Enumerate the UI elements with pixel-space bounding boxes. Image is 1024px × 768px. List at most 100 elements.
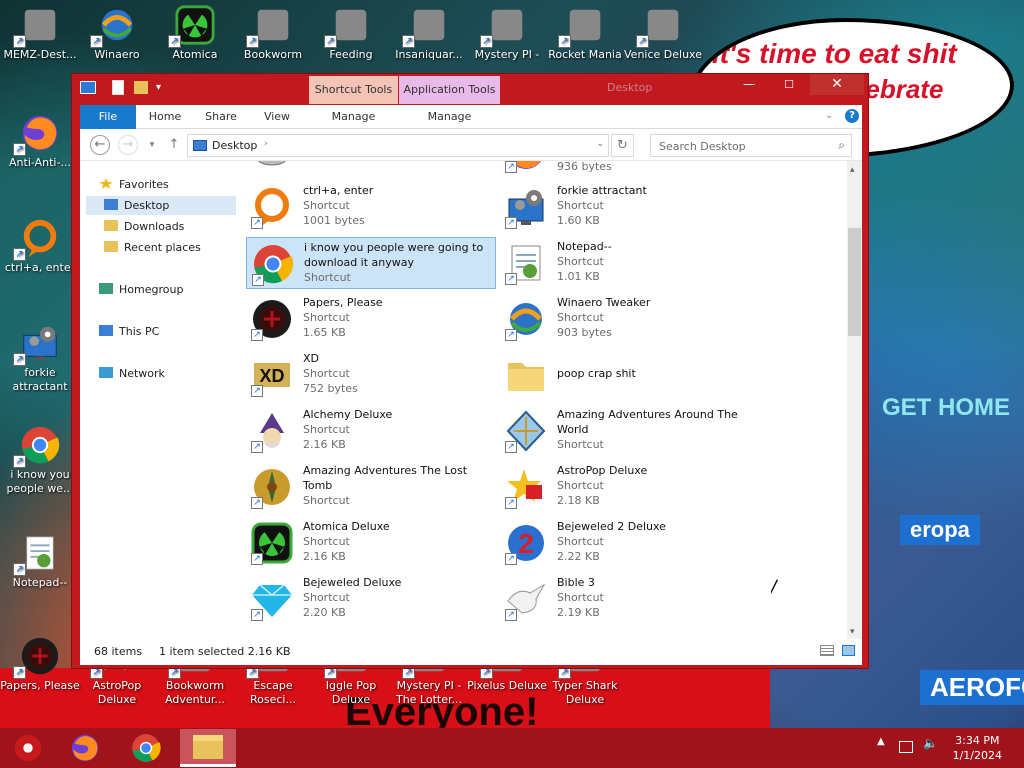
vertical-scrollbar[interactable]: ▴ ▾ xyxy=(847,161,862,639)
properties-quick-icon[interactable] xyxy=(112,80,124,95)
desktop-shortcut[interactable]: ↗ MEMZ-Dest... xyxy=(0,4,80,62)
search-input[interactable]: Search Desktop ⌕ xyxy=(650,134,852,157)
forward-button[interactable]: → xyxy=(118,135,138,155)
file-item[interactable]: poop crap shit xyxy=(500,349,750,401)
shortcut-arrow-icon: ↗ xyxy=(251,329,263,341)
scroll-down-icon[interactable]: ▾ xyxy=(850,627,855,637)
nav-item-label: Desktop xyxy=(124,199,170,212)
close-button[interactable]: ✕ xyxy=(810,74,864,95)
breadcrumb-chevron-icon[interactable]: › xyxy=(264,139,268,149)
nav-item-desktop[interactable]: Desktop xyxy=(86,196,236,215)
search-placeholder: Search Desktop xyxy=(659,140,746,153)
file-item[interactable]: ↗ i know you people were going to downloa… xyxy=(246,237,496,289)
desktop-shortcut[interactable]: ↗ Notepad-- xyxy=(0,532,80,590)
file-item[interactable]: ↗ Amazing Adventures The Lost Tomb Shortcu… xyxy=(246,461,496,513)
file-item[interactable]: ↗ 936 bytes xyxy=(500,161,750,177)
desktop-shortcut[interactable]: ↗ ctrl+a, enter xyxy=(0,217,80,275)
nav-item-recent-places[interactable]: Recent places xyxy=(104,238,201,257)
search-icon[interactable]: ⌕ xyxy=(838,138,845,153)
mystery-pi-icon: ↗ xyxy=(480,4,528,48)
context-tab-application-tools[interactable]: Application Tools xyxy=(399,76,500,104)
file-name: forkie attractant xyxy=(557,184,647,197)
customize-quick-access-icon[interactable]: ▾ xyxy=(156,82,161,93)
help-icon[interactable]: ? xyxy=(845,109,859,123)
maximize-button[interactable]: ☐ xyxy=(772,74,806,95)
desktop-shortcut[interactable]: ↗ Venice Deluxe xyxy=(623,4,703,62)
desktop-shortcut[interactable]: ↗ Papers, Please xyxy=(0,635,80,693)
file-item[interactable]: 2 ↗ Bejeweled 2 Deluxe Shortcut 2.22 KB xyxy=(500,517,750,569)
desktop-shortcut[interactable]: ↗ Rocket Mania xyxy=(545,4,625,62)
new-folder-quick-icon[interactable] xyxy=(134,81,148,94)
firefox-icon: ↗ xyxy=(504,161,548,173)
nav-item-downloads[interactable]: Downloads xyxy=(104,217,184,236)
file-text: Bejeweled Deluxe Shortcut 2.20 KB xyxy=(303,575,493,620)
back-button[interactable]: ← xyxy=(90,135,110,155)
title-bar[interactable]: ▾ Shortcut Tools Application Tools Deskt… xyxy=(72,74,868,104)
file-item[interactable]: ↗ Winaero Tweaker Shortcut 903 bytes xyxy=(500,293,750,345)
desktop-shortcut[interactable]: ↗ Bookworm xyxy=(233,4,313,62)
address-box[interactable]: Desktop › ⌄ xyxy=(187,134,609,157)
large-icons-view-icon[interactable] xyxy=(842,645,855,656)
taskbar-firefox-button[interactable] xyxy=(57,729,113,767)
taskbar-file-explorer-button[interactable] xyxy=(180,729,236,767)
tab-share[interactable]: Share xyxy=(194,105,248,129)
desktop-shortcut[interactable]: ↗ Anti-Anti-... xyxy=(0,112,80,170)
taskbar-chrome-button[interactable] xyxy=(118,729,174,767)
file-item[interactable]: ↗ Atomica Deluxe Shortcut 2.16 KB xyxy=(246,517,496,569)
tab-home[interactable]: Home xyxy=(138,105,192,129)
shortcut-arrow-icon: ↗ xyxy=(505,217,517,229)
address-history-icon[interactable]: ⌄ xyxy=(596,139,604,149)
context-tab-shortcut-tools[interactable]: Shortcut Tools xyxy=(309,76,398,104)
nav-item-homegroup[interactable]: Homegroup xyxy=(99,280,183,299)
file-item[interactable]: ↗ Notepad-- Shortcut 1.01 KB xyxy=(500,237,750,289)
file-item[interactable]: ↗ Amazing Adventures Around The World Shor… xyxy=(500,405,750,457)
recent-locations-button[interactable]: ▾ xyxy=(142,135,162,155)
minimize-button[interactable]: — xyxy=(732,74,766,95)
bejeweled-2-icon: 2 ↗ xyxy=(504,521,548,565)
file-item[interactable]: ↗ forkie attractant Shortcut 1.60 KB xyxy=(500,181,750,233)
scrollbar-thumb[interactable] xyxy=(848,228,861,336)
system-clock[interactable]: 3:34 PM 1/1/2024 xyxy=(953,733,1002,763)
file-item[interactable]: ↗ AstroPop Deluxe Shortcut 2.18 KB xyxy=(500,461,750,513)
file-item[interactable]: XD ↗ XD Shortcut 752 bytes xyxy=(246,349,496,401)
up-button[interactable]: ↑ xyxy=(164,135,184,155)
volume-muted-icon[interactable]: 🔈 xyxy=(923,736,938,750)
shortcut-arrow-icon: ↗ xyxy=(505,609,517,621)
file-size: 1001 bytes xyxy=(303,214,365,227)
network-tray-icon[interactable] xyxy=(899,741,913,753)
desktop-shortcut[interactable]: ↗ forkie attractant xyxy=(0,322,80,394)
taskbar-start-button[interactable] xyxy=(0,729,56,767)
desktop-shortcut[interactable]: ↗ Insaniquar... xyxy=(389,4,469,62)
desktop-shortcut[interactable]: ↗ Winaero xyxy=(77,4,157,62)
tab-file[interactable]: File xyxy=(80,105,136,129)
desktop-shortcut[interactable]: ↗ Atomica xyxy=(155,4,235,62)
file-name: Bejeweled 2 Deluxe xyxy=(557,520,666,533)
file-item[interactable] xyxy=(246,161,496,177)
shortcut-arrow-icon: ↗ xyxy=(505,441,517,453)
file-item[interactable]: ↗ ctrl+a, enter Shortcut 1001 bytes xyxy=(246,181,496,233)
nav-item-network[interactable]: Network xyxy=(99,364,165,383)
desktop-shortcut[interactable]: ↗ Feeding xyxy=(311,4,391,62)
tab-manage-application[interactable]: Manage xyxy=(399,105,500,129)
file-list: ↗ 936 bytes ↗ ctrl+a, enter Shortcut 1001 byt… xyxy=(240,161,847,639)
show-hidden-icons[interactable]: ▲ xyxy=(877,736,885,747)
file-item[interactable]: ↗ Papers, Please Shortcut 1.65 KB xyxy=(246,293,496,345)
file-name: i know you people were going to download… xyxy=(304,241,484,269)
expand-ribbon-icon[interactable]: ⌄ xyxy=(825,110,833,121)
nav-item-this-pc[interactable]: This PC xyxy=(99,322,159,341)
scroll-up-icon[interactable]: ▴ xyxy=(850,165,855,175)
details-view-icon[interactable] xyxy=(820,645,834,656)
tab-view[interactable]: View xyxy=(250,105,304,129)
file-item[interactable]: ↗ Alchemy Deluxe Shortcut 2.16 KB xyxy=(246,405,496,457)
tab-manage-shortcut[interactable]: Manage xyxy=(309,105,398,129)
amazing-adventures-tomb-icon: ↗ xyxy=(250,465,294,509)
nav-item-favorites[interactable]: Favorites xyxy=(99,175,169,194)
file-size: 2.19 KB xyxy=(557,606,600,619)
refresh-button[interactable]: ↻ xyxy=(611,134,634,157)
file-text: forkie attractant Shortcut 1.60 KB xyxy=(557,183,747,228)
desktop-shortcut[interactable]: ↗ i know you people we... xyxy=(0,424,80,496)
desktop-shortcut[interactable]: ↗ Mystery PI - xyxy=(467,4,547,62)
file-item[interactable]: ↗ Bejeweled Deluxe Shortcut 2.20 KB xyxy=(246,573,496,625)
window-app-icon[interactable] xyxy=(80,81,96,94)
file-item[interactable]: ↗ Bible 3 Shortcut 2.19 KB xyxy=(500,573,750,625)
